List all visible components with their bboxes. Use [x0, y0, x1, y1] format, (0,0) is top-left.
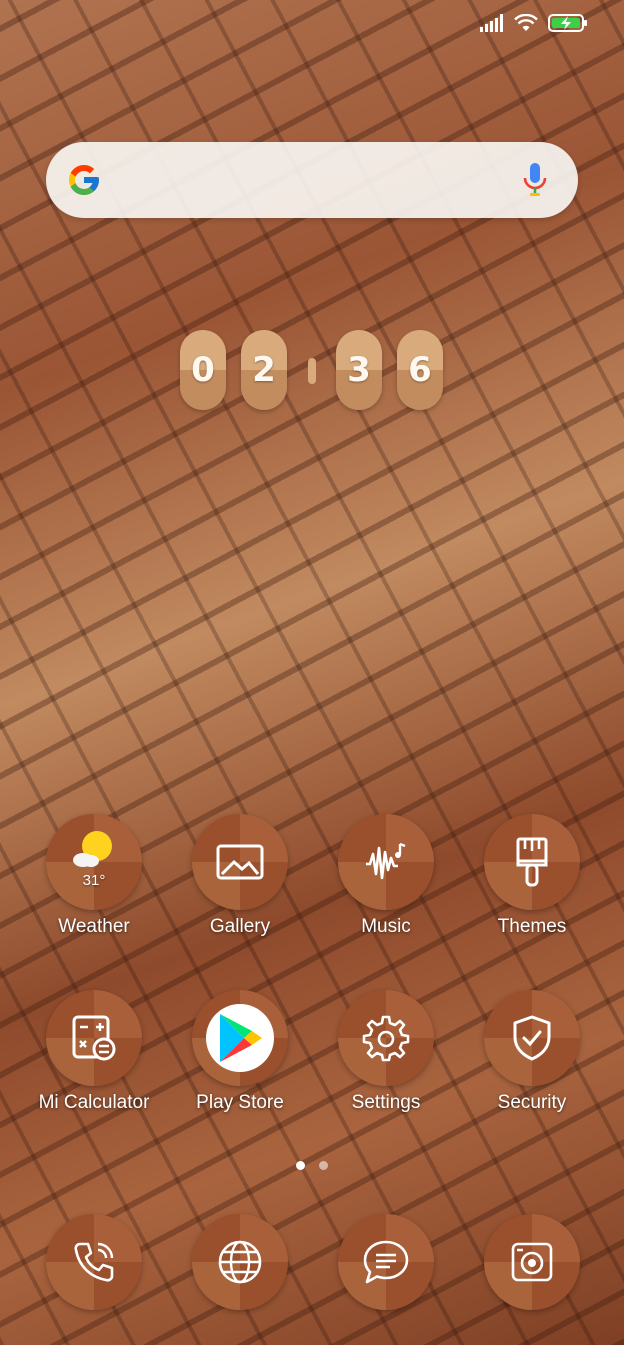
mic-icon[interactable]: [522, 162, 548, 198]
clock-widget[interactable]: 0 2 3 6: [0, 330, 624, 410]
status-bar: [480, 14, 588, 32]
clock-hour-ones: 2: [241, 330, 287, 410]
app-themes[interactable]: Themes: [462, 814, 602, 938]
music-icon: [366, 842, 406, 880]
app-gallery[interactable]: Gallery: [170, 814, 310, 938]
app-mi-calculator[interactable]: Mi Calculator: [24, 990, 164, 1114]
app-label-gallery: Gallery: [209, 916, 271, 937]
phone-icon: [74, 1242, 114, 1282]
app-label-play-store: Play Store: [196, 1092, 284, 1113]
calculator-icon: [72, 1015, 116, 1061]
clock-separator: [308, 358, 316, 384]
app-icon-settings: [338, 990, 434, 1086]
app-settings[interactable]: Settings: [316, 990, 456, 1114]
app-weather[interactable]: 31° Weather: [24, 814, 164, 938]
dock-icon-browser: [192, 1214, 288, 1310]
dock-messages[interactable]: [338, 1214, 434, 1310]
weather-temperature: 31°: [82, 872, 106, 889]
clock-minute-tens: 3: [336, 330, 382, 410]
browser-globe-icon: [218, 1240, 262, 1284]
app-music[interactable]: Music: [316, 814, 456, 938]
gallery-icon: [216, 844, 264, 880]
app-icon-security: [484, 990, 580, 1086]
dock-browser[interactable]: [192, 1214, 288, 1310]
dock-icon-camera: [484, 1214, 580, 1310]
app-icon-gallery: [192, 814, 288, 910]
app-play-store[interactable]: Play Store: [170, 990, 310, 1114]
app-label-music: Music: [361, 916, 411, 937]
app-icon-themes: [484, 814, 580, 910]
app-label-themes: Themes: [497, 916, 567, 937]
google-g-icon: [69, 165, 99, 195]
app-label-weather: Weather: [58, 916, 130, 937]
play-store-icon: [220, 1014, 262, 1062]
weather-sun-cloud-icon: [73, 831, 112, 868]
clock-hour-tens: 0: [180, 330, 226, 410]
app-label-security: Security: [497, 1092, 567, 1113]
app-icon-mi-calculator: [46, 990, 142, 1086]
signal-icon: [480, 14, 503, 32]
app-label-settings: Settings: [351, 1092, 421, 1113]
page-dot-1[interactable]: [296, 1161, 305, 1170]
dock-camera[interactable]: [484, 1214, 580, 1310]
app-icon-weather: 31°: [46, 814, 142, 910]
wifi-icon: [514, 14, 538, 31]
page-indicator: [296, 1161, 328, 1170]
messages-icon: [363, 1240, 409, 1284]
google-search-bar[interactable]: [46, 142, 578, 218]
gear-icon: [362, 1015, 410, 1062]
dock-icon-messages: [338, 1214, 434, 1310]
app-icon-play-store: [192, 990, 288, 1086]
app-icon-music: [338, 814, 434, 910]
app-label-mi-calculator: Mi Calculator: [38, 1092, 150, 1113]
dock-icon-phone: [46, 1214, 142, 1310]
camera-icon: [511, 1242, 553, 1282]
page-dot-2[interactable]: [319, 1161, 328, 1170]
dock-phone[interactable]: [46, 1214, 142, 1310]
app-security[interactable]: Security: [462, 990, 602, 1114]
clock-minute-ones: 6: [397, 330, 443, 410]
battery-charging-icon: [548, 14, 587, 32]
shield-icon: [513, 1015, 551, 1061]
paintbrush-icon: [516, 837, 548, 887]
